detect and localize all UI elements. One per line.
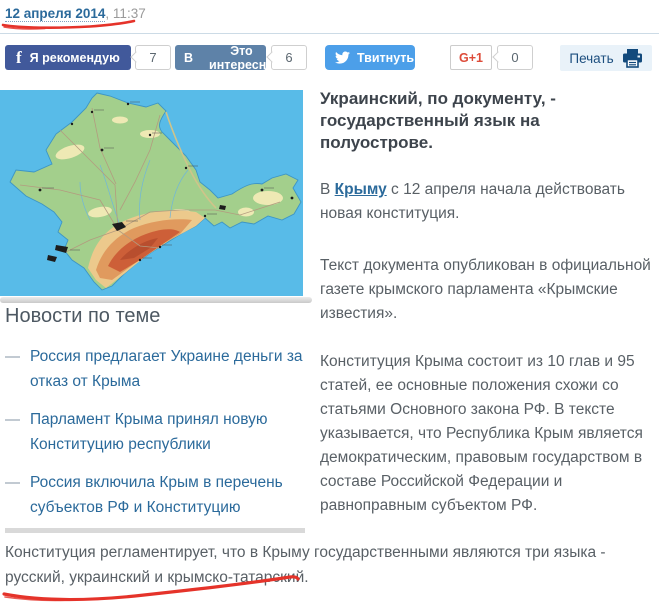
vk-share-label: Это интересно <box>209 44 274 72</box>
vk-share-button[interactable]: В Это интересно <box>175 45 266 70</box>
article-lead-paragraph: В Крыму с 12 апреля начала действовать н… <box>320 178 652 226</box>
article-date-link[interactable]: 12 апреля 2014 <box>5 6 105 22</box>
article-title: Украинский, по документу, - государствен… <box>320 88 652 154</box>
tweet-label: Твитнуть <box>357 51 414 65</box>
related-news-link-2[interactable]: Парламент Крыма принял новую Конституцию… <box>30 407 310 457</box>
facebook-like-count: 7 <box>135 45 171 70</box>
share-bar: f Я рекомендую 7 В Это интересно 6 Твитн… <box>0 45 659 71</box>
article-paragraph-3: Конституция Крыма состоит из 10 глав и 9… <box>320 350 652 518</box>
crimea-map-image <box>0 90 303 296</box>
article-body: Украинский, по документу, - государствен… <box>320 88 652 518</box>
facebook-icon: f <box>16 49 22 66</box>
facebook-like-label: Я рекомендую <box>30 51 120 65</box>
related-news-link-1[interactable]: Россия предлагает Украине деньги за отка… <box>30 344 310 394</box>
vk-share-count: 6 <box>271 45 307 70</box>
related-news-heading: Новости по теме <box>5 305 310 328</box>
printer-icon <box>622 49 643 68</box>
print-button[interactable]: Печать <box>560 45 652 71</box>
article-time: , 11:37 <box>105 6 145 21</box>
dash-bullet: — <box>5 407 20 457</box>
bottom-divider-bar <box>5 528 305 533</box>
list-item: — Россия включила Крым в перечень субъек… <box>5 470 310 520</box>
dateline: 12 апреля 2014, 11:37 <box>5 6 146 21</box>
news-article-page: 12 апреля 2014, 11:37 f Я рекомендую 7 В… <box>0 0 659 610</box>
facebook-like-button[interactable]: f Я рекомендую <box>5 45 131 70</box>
google-plus-one-label: G+1 <box>459 51 483 65</box>
related-news-link-3[interactable]: Россия включила Крым в перечень субъекто… <box>30 470 310 520</box>
dash-bullet: — <box>5 344 20 394</box>
google-plus-one-count: 0 <box>497 45 533 70</box>
list-item: — Россия предлагает Украине деньги за от… <box>5 344 310 394</box>
dash-bullet: — <box>5 470 20 520</box>
tweet-button[interactable]: Твитнуть <box>325 45 415 70</box>
list-item: — Парламент Крыма принял новую Конституц… <box>5 407 310 457</box>
print-label: Печать <box>569 51 613 66</box>
vk-icon: В <box>184 51 193 65</box>
twitter-bird-icon <box>335 51 350 64</box>
related-news-section: Новости по теме — Россия предлагает Укра… <box>5 305 310 533</box>
crimea-inline-link[interactable]: Крыму <box>335 181 387 198</box>
article-paragraph-2: Текст документа опубликован в официально… <box>320 254 652 326</box>
map-scrollbar[interactable] <box>0 297 312 303</box>
google-plus-one-button[interactable]: G+1 <box>450 45 492 70</box>
related-news-list: — Россия предлагает Украине деньги за от… <box>5 344 310 520</box>
header-divider <box>0 33 659 34</box>
article-footer-paragraph: Конституция регламентирует, что в Крыму … <box>5 540 655 590</box>
